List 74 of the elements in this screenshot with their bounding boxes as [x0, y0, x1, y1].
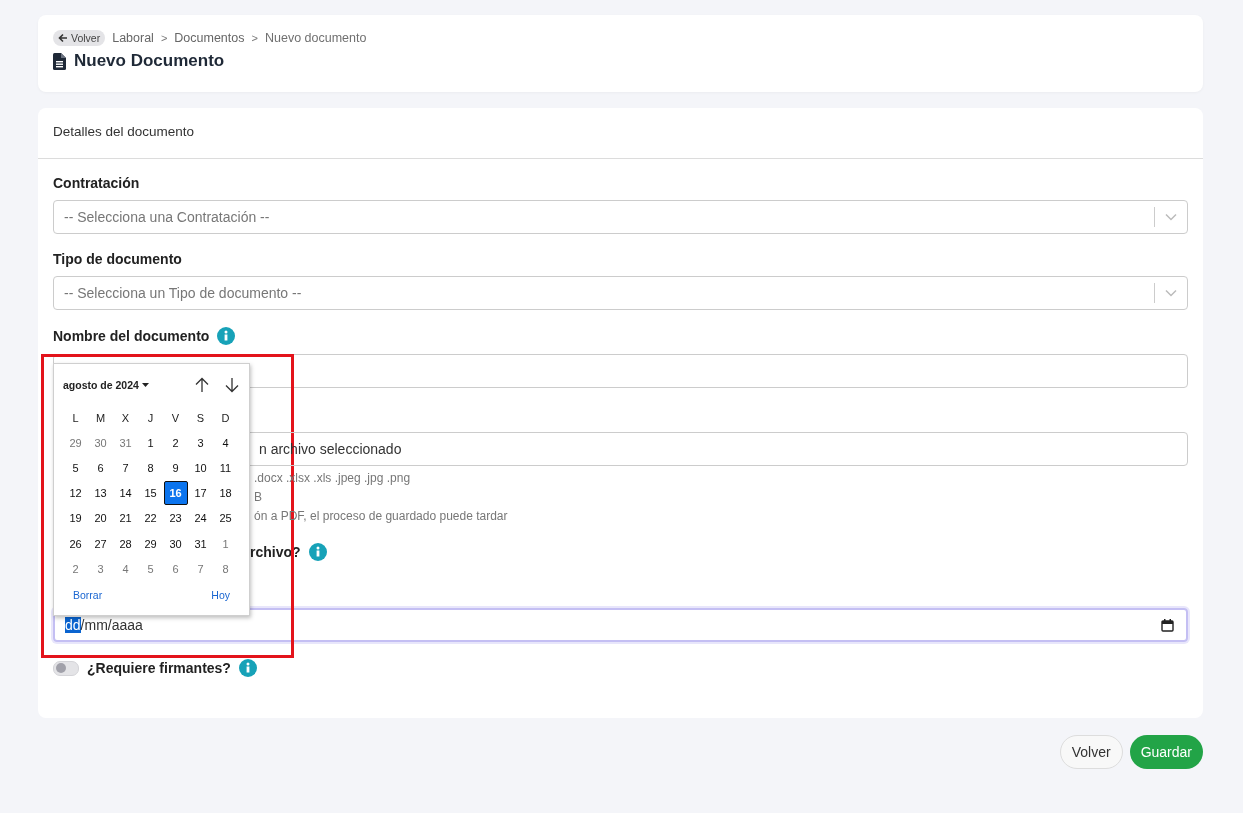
calendar-day[interactable]: 29: [63, 430, 88, 455]
calendar-day[interactable]: 13: [88, 481, 113, 506]
calendar-day[interactable]: 31: [113, 430, 138, 455]
calendar-day[interactable]: 15: [138, 481, 163, 506]
weekday-label: L: [72, 411, 79, 424]
calendar-day[interactable]: 17: [188, 481, 213, 506]
calendar-day[interactable]: 2: [63, 556, 88, 581]
today-link[interactable]: Hoy: [211, 589, 230, 602]
calendar-day[interactable]: 14: [113, 481, 138, 506]
calendar-day[interactable]: 25: [213, 506, 238, 531]
calendar-day[interactable]: 31: [188, 531, 213, 556]
breadcrumb-link[interactable]: Laboral: [112, 31, 154, 45]
calendar-icon[interactable]: [1161, 618, 1174, 632]
arrow-down-icon[interactable]: [224, 377, 240, 393]
calendar-day[interactable]: 26: [63, 531, 88, 556]
calendar-day[interactable]: 30: [88, 430, 113, 455]
calendar-day[interactable]: 1: [138, 430, 163, 455]
breadcrumb-separator: >: [160, 32, 168, 44]
arrow-left-icon: [58, 33, 68, 43]
month-selector[interactable]: agosto de 2024: [63, 379, 180, 391]
back-button[interactable]: Volver: [1059, 735, 1123, 769]
calendar-day[interactable]: 30: [163, 531, 188, 556]
caret-icon: [141, 383, 149, 387]
chevron-down-icon: [1165, 213, 1177, 221]
contract-select[interactable]: -- Selecciona una Contratación --: [53, 200, 1188, 234]
calendar-day[interactable]: 2: [163, 430, 188, 455]
calendar-day[interactable]: 7: [188, 556, 213, 581]
calendar-day[interactable]: 12: [63, 481, 88, 506]
weekday-label: X: [121, 411, 130, 424]
info-icon[interactable]: [217, 327, 236, 345]
calendar-day[interactable]: 28: [113, 531, 138, 556]
chevron-down-icon: [1165, 289, 1177, 297]
document-type-select[interactable]: -- Selecciona un Tipo de documento --: [53, 276, 1188, 310]
arrow-up-icon[interactable]: [194, 377, 210, 393]
weekday-label: D: [221, 411, 230, 424]
field-label: Contratación: [53, 175, 141, 191]
toggle-switch[interactable]: [53, 660, 79, 676]
calendar-day[interactable]: 18: [213, 481, 238, 506]
field-label: ¿Requiere firmantes?: [87, 660, 231, 676]
weekday-label: J: [147, 411, 154, 424]
calendar-day[interactable]: 8: [213, 556, 238, 581]
file-hint: B: [254, 489, 263, 506]
breadcrumb-link[interactable]: Documentos: [174, 31, 245, 45]
calendar-day[interactable]: 27: [88, 531, 113, 556]
back-button[interactable]: Volver: [53, 30, 106, 46]
info-icon[interactable]: [238, 659, 257, 677]
info-icon[interactable]: [308, 543, 327, 561]
page-title: Nuevo Documento: [74, 51, 225, 71]
calendar-day[interactable]: 19: [63, 506, 88, 531]
calendar-day[interactable]: 5: [138, 556, 163, 581]
document-icon: [53, 52, 66, 70]
calendar-day[interactable]: 4: [213, 430, 238, 455]
weekday-label: S: [196, 411, 205, 424]
calendar-day[interactable]: 22: [138, 506, 163, 531]
calendar-day[interactable]: 21: [113, 506, 138, 531]
field-label: Nombre del documento: [53, 328, 210, 344]
calendar-day[interactable]: 29: [138, 531, 163, 556]
calendar-day[interactable]: 24: [188, 506, 213, 531]
weekday-label: M: [95, 411, 106, 424]
calendar-day[interactable]: 4: [113, 556, 138, 581]
clear-link[interactable]: Borrar: [73, 589, 103, 602]
calendar-day[interactable]: 16: [163, 481, 188, 506]
breadcrumb-current: Nuevo documento: [264, 31, 367, 45]
calendar-day[interactable]: 20: [88, 506, 113, 531]
calendar-day[interactable]: 3: [188, 430, 213, 455]
card-title: Detalles del documento: [38, 108, 1203, 159]
calendar-day[interactable]: 3: [88, 556, 113, 581]
field-label: Tipo de documento: [53, 251, 183, 267]
calendar-day[interactable]: 1: [213, 531, 238, 556]
weekday-label: V: [171, 411, 180, 424]
calendar-day[interactable]: 23: [163, 506, 188, 531]
calendar-day[interactable]: 6: [163, 556, 188, 581]
date-segment[interactable]: dd: [65, 617, 81, 633]
breadcrumb-separator: >: [251, 32, 258, 44]
